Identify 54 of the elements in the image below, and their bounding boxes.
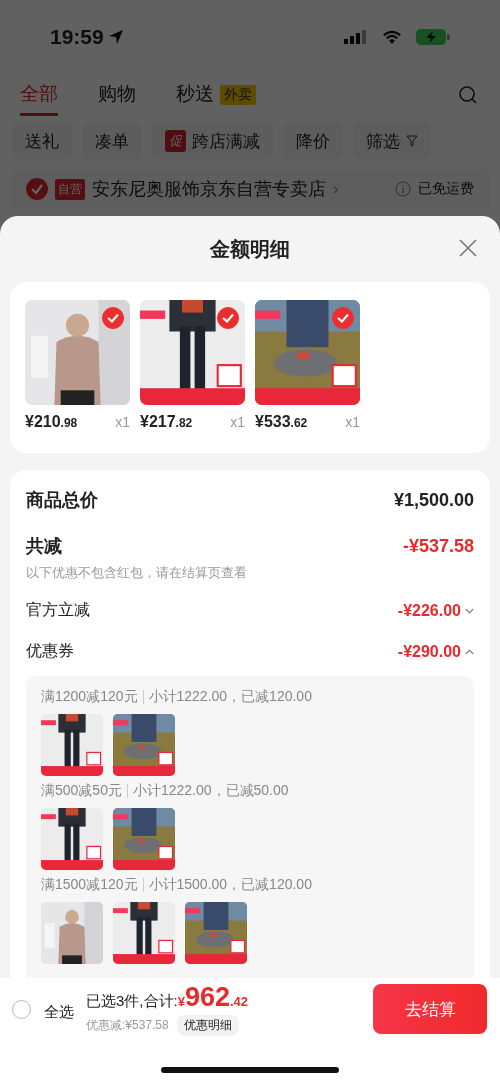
status-time: 19:59 [50, 25, 104, 49]
reduction-label: 共减 [26, 535, 62, 558]
select-all-label[interactable]: 全选 [44, 1002, 74, 1022]
reduction-value: -¥537.58 [402, 535, 474, 557]
location-arrow-icon [107, 29, 124, 45]
shipping-note: 已免运费 [418, 180, 474, 198]
wifi-icon [382, 30, 402, 44]
self-operated-badge: 自营 [55, 178, 85, 200]
category-tab[interactable]: 购物 [98, 80, 136, 116]
total-label: 商品总价 [26, 489, 98, 512]
discount-label: 优惠券 [26, 641, 74, 661]
info-icon [395, 181, 411, 197]
coupon-rule: 满1500减120元 [41, 876, 138, 894]
filter-chip[interactable]: 降价 [283, 123, 343, 159]
search-icon[interactable] [458, 85, 478, 105]
product-quantity: x1 [230, 414, 245, 430]
chevron-icon: › [333, 180, 339, 198]
coupon-rule: 满1200减120元 [41, 688, 138, 706]
product-quantity: x1 [345, 414, 360, 430]
total-amount: ¥962.42 [177, 982, 249, 1013]
coupon-subtotal: 小计1222.00，已减120.00 [148, 688, 312, 706]
store-checkbox[interactable] [26, 178, 48, 200]
product-checkbox[interactable] [332, 307, 354, 329]
delivery-badge: 外卖 [220, 85, 256, 105]
filter-chip[interactable]: 筛选 [353, 123, 431, 159]
coupon-subtotal: 小计1500.00，已减120.00 [148, 876, 312, 894]
signal-icon [344, 30, 368, 44]
reduction-note: 以下优惠不包含红包，请在结算页查看 [26, 564, 248, 582]
discount-label: 官方立减 [26, 600, 90, 620]
category-tab[interactable]: 全部 [20, 80, 58, 116]
sheet-title: 金额明细 [210, 236, 290, 262]
filter-chip[interactable]: 凑单 [82, 123, 142, 159]
selection-summary: 已选3件,合计: [86, 992, 178, 1011]
coupon-rule: 满500减50元 [41, 782, 122, 800]
battery-charging-icon [416, 29, 450, 45]
checkout-button[interactable]: 去结算 [373, 984, 487, 1034]
filter-chip[interactable]: 送礼 [12, 123, 72, 159]
product-checkbox[interactable] [217, 307, 239, 329]
product-price: ¥217.82 [140, 413, 193, 431]
product-quantity: x1 [115, 414, 130, 430]
product-price: ¥210.98 [25, 413, 78, 431]
filter-icon [406, 135, 418, 147]
saving-text: 优惠减:¥537.58 [86, 1017, 169, 1034]
product-checkbox[interactable] [102, 307, 124, 329]
store-name[interactable]: 安东尼奥服饰京东自营专卖店 [92, 177, 326, 201]
close-icon[interactable] [458, 238, 478, 258]
discount-toggle[interactable]: -¥226.00 [397, 601, 474, 620]
total-value: ¥1,500.00 [393, 489, 474, 511]
category-tab[interactable]: 秒送 [176, 80, 214, 116]
discount-toggle[interactable]: -¥290.00 [397, 642, 474, 661]
product-price: ¥533.62 [255, 413, 308, 431]
discount-details-button[interactable]: 优惠明细 [176, 1015, 239, 1036]
coupon-subtotal: 小计1222.00，已减50.00 [132, 782, 289, 800]
filter-chip[interactable]: 促 跨店满减 [152, 123, 273, 159]
